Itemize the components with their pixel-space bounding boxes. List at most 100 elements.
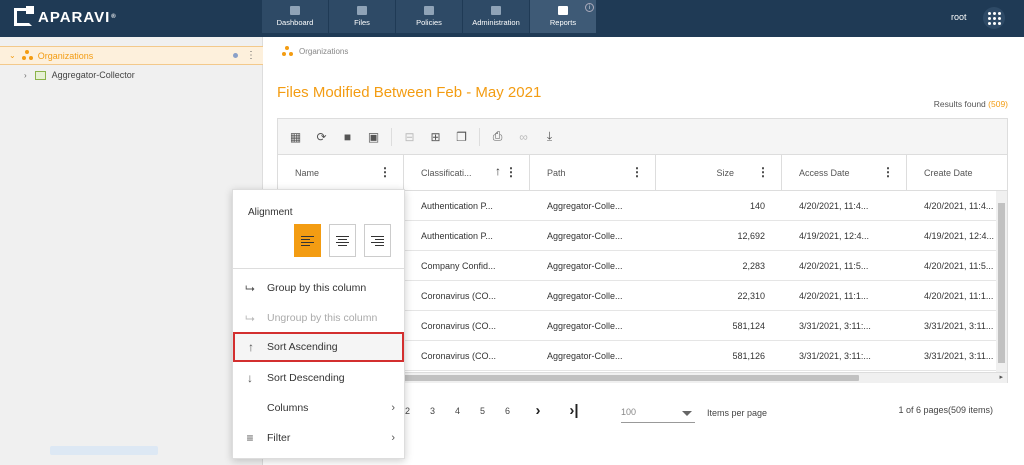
page-number[interactable]: 3 [420,406,445,416]
scrollbar-thumb[interactable] [404,375,859,381]
tree-item-label: Aggregator-Collector [51,70,135,80]
menu-item-label: Sort Ascending [267,341,338,353]
menu-divider [233,268,404,269]
sidebar: ⌄ Organizations ⋮ › Aggregator-Collector [0,37,263,465]
column-menu-icon[interactable]: ⋮ [379,165,391,179]
apps-grid-icon[interactable] [983,7,1005,29]
filter-icon: ≡ [246,431,254,445]
download-icon[interactable]: ⤓ [541,128,558,145]
column-header-classification[interactable]: Classificati... ↑ ⋮ [404,155,530,190]
cell-path: Aggregator-Colle... [547,260,623,271]
column-header-label: Create Date [924,167,973,178]
page-number[interactable]: 4 [445,406,470,416]
cell-path: Aggregator-Colle... [547,320,623,331]
column-header-name[interactable]: Name ⋮ [278,155,404,190]
column-menu-icon[interactable]: ⋮ [631,165,643,179]
nav-tab-policies[interactable]: Policies [396,0,462,33]
scroll-right-arrow-icon[interactable]: ▸ [999,373,1003,381]
scrollbar-thumb[interactable] [998,203,1005,363]
column-header-size[interactable]: Size ⋮ [656,155,782,190]
user-name[interactable]: root [951,12,967,22]
menu-item-columns[interactable]: Columns › [233,393,404,423]
organization-icon [282,46,293,57]
nav-tab-files[interactable]: Files [329,0,395,33]
aparavi-logo[interactable]: APARAVI ® [14,6,117,26]
page-info: 1 of 6 pages(509 items) [898,405,993,415]
sort-up-arrow-icon: ↑ [495,164,501,178]
cell-size: 12,692 [737,230,765,241]
ungroup-icon: ⮡ [245,310,255,325]
menu-item-sort-ascending[interactable]: ↑ Sort Ascending [233,332,404,362]
save-as-icon[interactable]: ▣ [365,128,382,145]
cell-path: Aggregator-Colle... [547,230,623,241]
chevron-right-icon[interactable]: › [24,71,27,80]
page-number[interactable]: 5 [470,406,495,416]
page-number[interactable]: 6 [495,406,520,416]
grid-layout-icon[interactable]: ▦ [287,128,304,145]
column-header-label: Size [716,167,734,178]
align-right-button[interactable] [364,224,391,257]
pagination: 2 3 4 5 6 › ›| [395,402,592,419]
nav-tab-label: Reports [549,18,577,27]
refresh-icon[interactable]: ⟳ [313,128,330,145]
column-header-access-date[interactable]: Access Date ⋮ [782,155,907,190]
collapse-all-icon[interactable]: ⊟ [401,128,418,145]
nav-tab-dashboard[interactable]: Dashboard [262,0,328,33]
menu-item-group-by-column[interactable]: ⮡ Group by this column [233,273,404,303]
cell-create-date: 4/20/2021, 11:5... [924,260,994,271]
alignment-title: Alignment [248,207,293,218]
column-header-path[interactable]: Path ⋮ [530,155,656,190]
tree-item-aggregator-collector[interactable]: › Aggregator-Collector [24,70,135,80]
print-icon[interactable]: ⎙ [489,128,506,145]
tree-item-organizations[interactable]: ⌄ Organizations ⋮ [0,46,263,65]
column-header-label: Classificati... [421,167,472,178]
column-header-label: Path [547,167,566,178]
kebab-menu-icon[interactable]: ⋮ [246,49,256,62]
vertical-scrollbar[interactable] [996,191,1007,373]
link-icon[interactable]: ∞ [515,128,532,145]
column-menu-icon[interactable]: ⋮ [757,165,769,179]
cell-classification: Coronavirus (CO... [421,350,497,361]
menu-item-label: Filter [267,432,291,444]
sort-descending-icon: ↓ [247,371,253,385]
cell-classification: Coronavirus (CO... [421,290,497,301]
cell-size: 22,310 [737,290,765,301]
cell-classification: Coronavirus (CO... [421,320,497,331]
dashboard-icon [290,6,300,15]
align-center-button[interactable] [329,224,356,257]
info-icon[interactable]: i [585,3,594,12]
items-per-page-value: 100 [621,407,637,417]
brand-name: APARAVI [38,8,111,26]
cell-classification: Authentication P... [421,200,493,211]
aggregator-icon [34,70,46,80]
cell-size: 140 [749,200,765,211]
toolbar-divider [391,127,392,146]
cell-path: Aggregator-Colle... [547,290,623,301]
column-menu-icon[interactable]: ⋮ [882,165,894,179]
grid-toolbar: ▦ ⟳ ■ ▣ ⊟ ⊞ ❐ ⎙ ∞ ⤓ [278,119,1007,155]
breadcrumb-item[interactable]: Organizations [299,47,348,56]
breadcrumb: Organizations [282,46,348,57]
cell-create-date: 3/31/2021, 3:11... [924,350,994,361]
last-page-icon[interactable]: ›| [556,402,592,419]
copy-icon[interactable]: ❐ [453,128,470,145]
align-left-button[interactable] [294,224,321,257]
menu-item-sort-descending[interactable]: ↓ Sort Descending [233,363,404,393]
nav-tab-label: Policies [416,18,442,27]
nav-tab-administration[interactable]: Administration [463,0,529,33]
status-dot [233,53,238,58]
top-bar: APARAVI ® Dashboard Files Policies Admin… [0,0,1024,37]
cell-classification: Authentication P... [421,230,493,241]
menu-item-filter[interactable]: ≡ Filter › [233,423,404,453]
items-per-page-select[interactable]: 100 [621,401,695,423]
next-page-icon[interactable]: › [520,402,556,419]
expand-icon[interactable]: ⊞ [427,128,444,145]
alignment-buttons [294,224,391,257]
column-header-create-date[interactable]: Create Date [907,155,1007,190]
chevron-down-icon[interactable]: ⌄ [9,51,16,60]
save-icon[interactable]: ■ [339,128,356,145]
column-menu-icon[interactable]: ⋮ [505,165,517,179]
users-icon [491,6,501,15]
brand-mark: ® [111,14,117,20]
results-label: Results found [933,99,986,109]
